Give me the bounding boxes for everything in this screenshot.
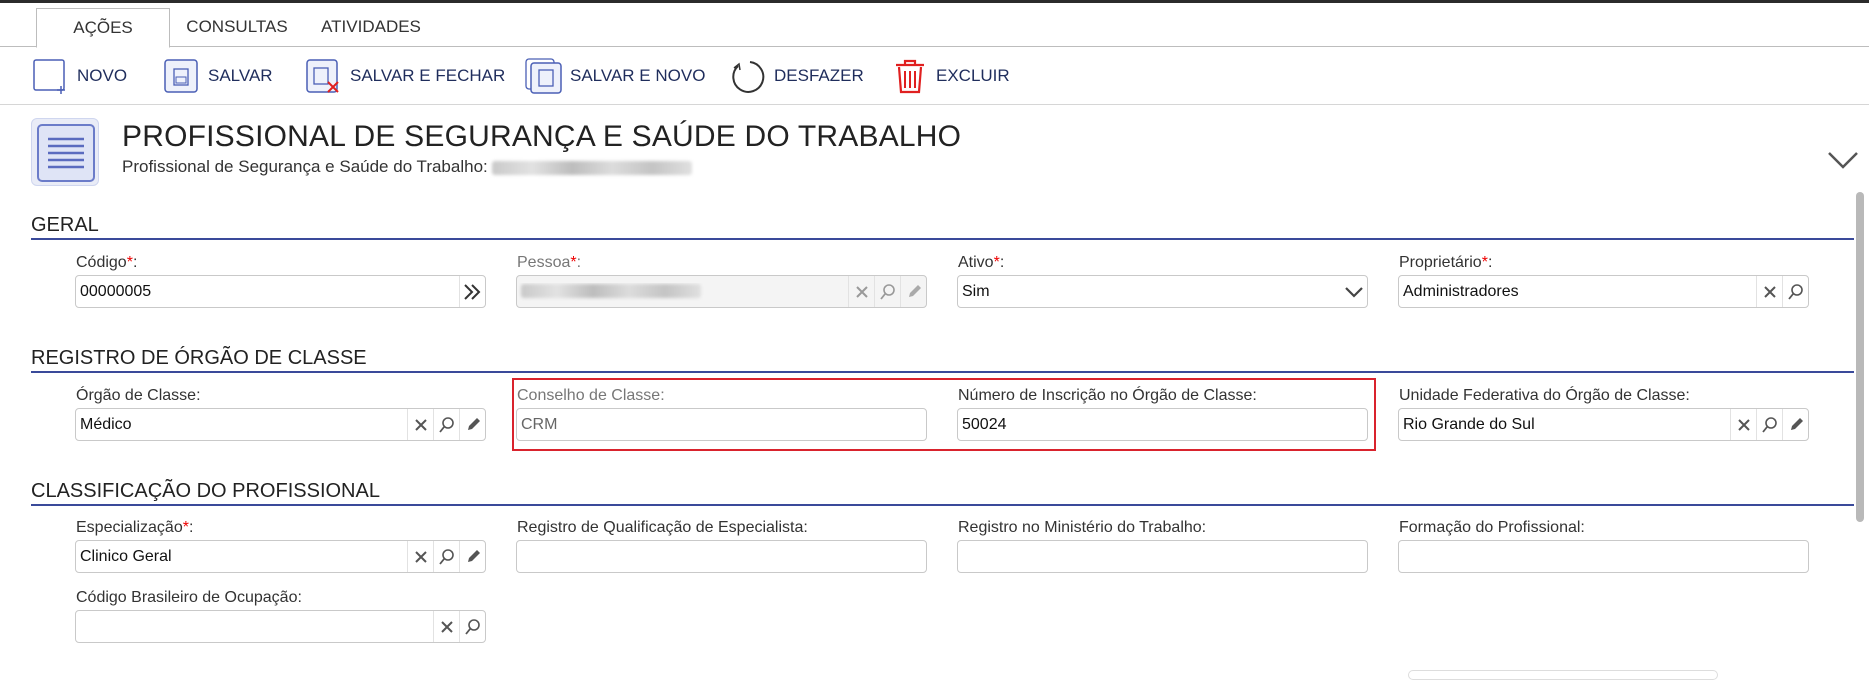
chevron-down-icon: [1828, 152, 1858, 169]
salvar-button[interactable]: SALVAR: [162, 55, 273, 97]
clear-icon[interactable]: [848, 276, 874, 307]
clear-icon[interactable]: [407, 409, 433, 440]
search-icon[interactable]: [874, 276, 900, 307]
tab-acoes[interactable]: AÇÕES: [36, 8, 170, 48]
clear-icon[interactable]: [407, 541, 433, 572]
pessoa-label: Pessoa*:: [517, 254, 582, 271]
codigo-field[interactable]: 00000005: [75, 275, 486, 308]
conselho-classe-value: CRM: [521, 415, 558, 433]
novo-label: NOVO: [77, 66, 128, 85]
page-subtitle: Profissional de Segurança e Saúde do Tra…: [122, 157, 692, 177]
codigo-label: Código*:: [76, 254, 138, 271]
edit-icon[interactable]: [1782, 409, 1808, 440]
pessoa-value: [517, 283, 848, 301]
section-registro-title: REGISTRO DE ÓRGÃO DE CLASSE: [31, 347, 367, 369]
proprietario-value: Administradores: [1403, 282, 1519, 300]
numero-inscricao-value: 50024: [962, 415, 1007, 433]
top-border: [0, 0, 1869, 3]
undo-icon: [728, 56, 768, 96]
registro-ministerio-field[interactable]: [957, 540, 1368, 573]
list-doc-icon: [31, 118, 99, 186]
numero-inscricao-field[interactable]: 50024: [957, 408, 1368, 441]
salvar-fechar-label: SALVAR E FECHAR: [350, 66, 506, 85]
pessoa-field[interactable]: [516, 275, 927, 308]
salvar-label: SALVAR: [208, 66, 273, 85]
orgao-classe-field[interactable]: Médico: [75, 408, 486, 441]
edit-icon[interactable]: [459, 541, 485, 572]
especializacao-label: Especialização*:: [76, 519, 194, 536]
redacted-name: [491, 160, 692, 175]
save-icon: [162, 56, 202, 96]
tab-bar: AÇÕES CONSULTAS ATIVIDADES: [0, 8, 1869, 48]
proprietario-label: Proprietário*:: [1399, 254, 1493, 271]
desfazer-button[interactable]: DESFAZER: [728, 55, 864, 97]
edit-icon[interactable]: [459, 409, 485, 440]
scrollbar[interactable]: [1856, 192, 1864, 522]
collapse-button[interactable]: [1826, 142, 1860, 176]
formacao-label: Formação do Profissional:: [1399, 519, 1585, 536]
registro-qualificacao-label: Registro de Qualificação de Especialista…: [517, 519, 808, 536]
desfazer-label: DESFAZER: [774, 66, 864, 85]
next-icon[interactable]: [459, 276, 485, 307]
unidade-federativa-label: Unidade Federativa do Órgão de Classe:: [1399, 387, 1690, 404]
proprietario-field[interactable]: Administradores: [1398, 275, 1809, 308]
section-registro-divider: [31, 371, 1854, 373]
ativo-label: Ativo*:: [958, 254, 1005, 271]
chevron-down-icon[interactable]: [1341, 276, 1367, 307]
page-title: PROFISSIONAL DE SEGURANÇA E SAÚDE DO TRA…: [122, 120, 962, 153]
salvar-fechar-button[interactable]: SALVAR E FECHAR: [304, 55, 505, 97]
search-icon[interactable]: [433, 541, 459, 572]
clear-icon[interactable]: [1730, 409, 1756, 440]
especializacao-value: Clinico Geral: [80, 547, 172, 565]
conselho-classe-field[interactable]: CRM: [516, 408, 927, 441]
salvar-novo-button[interactable]: SALVAR E NOVO: [524, 55, 705, 97]
section-geral-divider: [31, 238, 1854, 240]
orgao-classe-value: Médico: [80, 415, 132, 433]
excluir-label: EXCLUIR: [936, 66, 1010, 85]
registro-ministerio-label: Registro no Ministério do Trabalho:: [958, 519, 1207, 536]
novo-button[interactable]: NOVO: [31, 55, 127, 97]
numero-inscricao-label: Número de Inscrição no Órgão de Classe:: [958, 387, 1257, 404]
trash-icon: [890, 56, 930, 96]
section-classificacao-title: CLASSIFICAÇÃO DO PROFISSIONAL: [31, 480, 380, 502]
cbo-label: Código Brasileiro de Ocupação:: [76, 589, 302, 606]
save-close-icon: [304, 56, 344, 96]
search-icon[interactable]: [459, 611, 485, 642]
conselho-classe-label: Conselho de Classe:: [517, 387, 665, 404]
orgao-classe-label: Órgão de Classe:: [76, 387, 201, 404]
edit-icon[interactable]: [900, 276, 926, 307]
unidade-federativa-value: Rio Grande do Sul: [1403, 415, 1535, 433]
page-subtitle-label: Profissional de Segurança e Saúde do Tra…: [122, 157, 488, 176]
search-icon[interactable]: [1756, 409, 1782, 440]
clear-icon[interactable]: [1756, 276, 1782, 307]
search-icon[interactable]: [433, 409, 459, 440]
section-classificacao-divider: [31, 504, 1854, 506]
clear-icon[interactable]: [433, 611, 459, 642]
action-toolbar: NOVO SALVAR SALVAR E FECHAR SALVAR E NOV…: [0, 47, 1869, 105]
ativo-value: Sim: [962, 282, 990, 300]
partial-element: [1408, 670, 1718, 680]
registro-qualificacao-field[interactable]: [516, 540, 927, 573]
excluir-button[interactable]: EXCLUIR: [890, 55, 1010, 97]
codigo-value: 00000005: [80, 282, 152, 300]
new-doc-icon: [31, 56, 71, 96]
cbo-field[interactable]: [75, 610, 486, 643]
tab-atividades[interactable]: ATIVIDADES: [316, 8, 426, 47]
unidade-federativa-field[interactable]: Rio Grande do Sul: [1398, 408, 1809, 441]
section-geral-title: GERAL: [31, 214, 99, 236]
tab-consultas[interactable]: CONSULTAS: [184, 8, 290, 47]
search-icon[interactable]: [1782, 276, 1808, 307]
especializacao-field[interactable]: Clinico Geral: [75, 540, 486, 573]
formacao-field[interactable]: [1398, 540, 1809, 573]
save-new-icon: [524, 56, 564, 96]
salvar-novo-label: SALVAR E NOVO: [570, 66, 706, 85]
ativo-select[interactable]: Sim: [957, 275, 1368, 308]
